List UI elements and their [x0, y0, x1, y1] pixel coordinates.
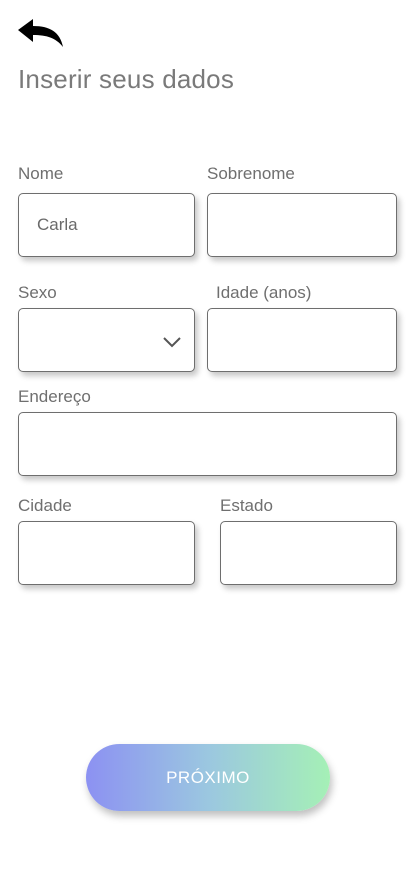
back-button[interactable] — [16, 18, 66, 52]
sexo-select[interactable] — [18, 308, 195, 372]
cidade-label: Cidade — [18, 496, 72, 515]
chevron-down-icon — [162, 335, 182, 348]
sobrenome-input[interactable] — [208, 194, 396, 256]
estado-label: Estado — [220, 496, 273, 515]
page-title: Inserir seus dados — [18, 64, 235, 94]
cidade-input[interactable] — [19, 522, 194, 584]
sexo-label: Sexo — [18, 283, 57, 302]
nome-field-box — [18, 193, 195, 257]
idade-label: Idade (anos) — [216, 283, 312, 302]
endereco-field-box — [18, 412, 397, 476]
cidade-field-box — [18, 521, 195, 585]
nome-input[interactable] — [19, 194, 194, 256]
idade-field-box — [207, 308, 397, 372]
back-arrow-icon — [16, 18, 66, 52]
next-button[interactable]: PRÓXIMO — [86, 744, 330, 811]
nome-label: Nome — [18, 164, 64, 183]
endereco-input[interactable] — [19, 413, 396, 475]
estado-field-box — [220, 521, 397, 585]
idade-input[interactable] — [208, 309, 396, 371]
sobrenome-label: Sobrenome — [207, 164, 295, 183]
estado-input[interactable] — [221, 522, 396, 584]
sobrenome-field-box — [207, 193, 397, 257]
next-button-label: PRÓXIMO — [166, 767, 250, 787]
endereco-label: Endereço — [18, 387, 91, 406]
